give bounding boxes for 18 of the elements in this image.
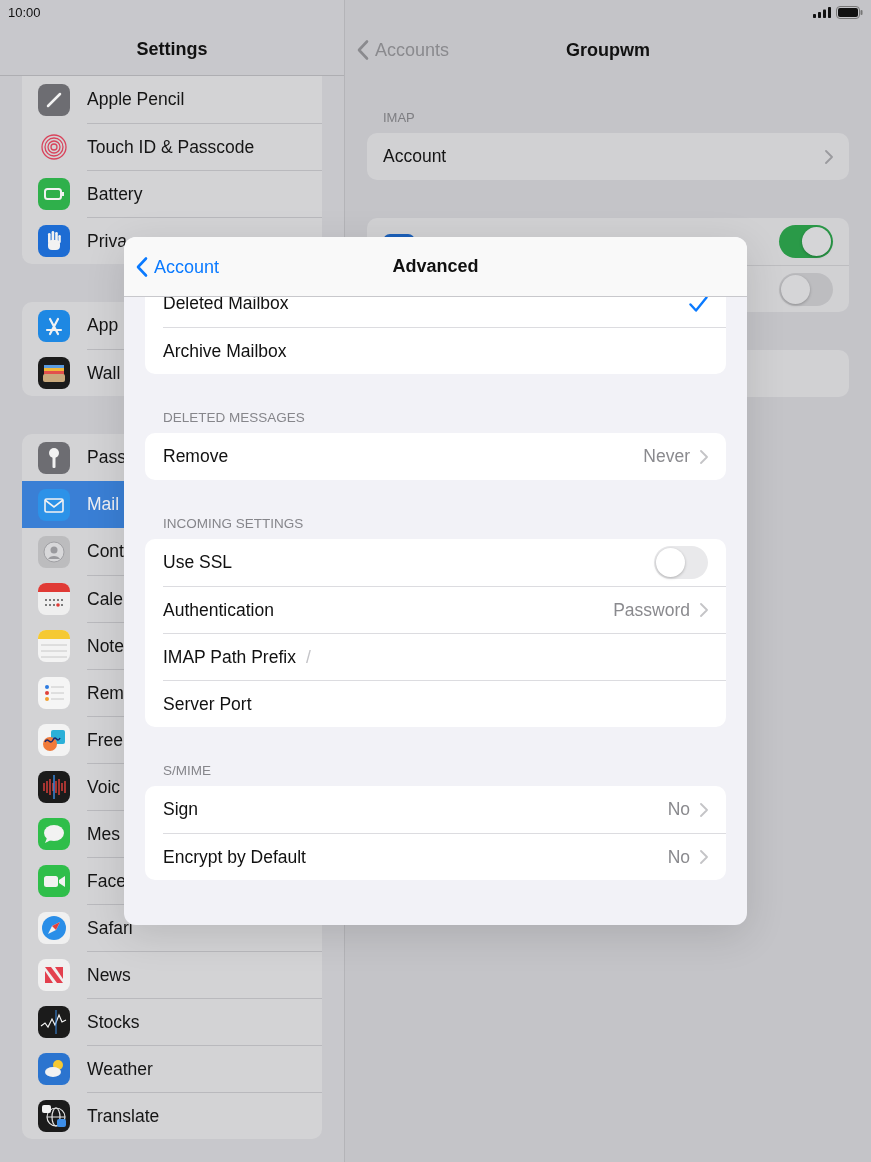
row-label: Remove xyxy=(163,446,229,467)
screen-title: Groupwm xyxy=(566,39,650,61)
row-label: Account xyxy=(383,146,447,167)
screen-title: Settings xyxy=(136,39,208,60)
row-label: Encrypt by Default xyxy=(163,846,306,868)
row-label: Use SSL xyxy=(163,552,233,573)
section-header: INCOMING SETTINGS xyxy=(162,515,305,533)
section-header: DELETED MESSAGES xyxy=(162,409,306,427)
section-header: S/MIME xyxy=(162,762,212,780)
row-label: Deleted Mailbox xyxy=(163,293,289,314)
row-label: Sign xyxy=(163,799,199,820)
row-label: Archive Mailbox xyxy=(163,340,287,362)
status-time: 10:00 xyxy=(8,4,41,20)
row-label: Authentication xyxy=(163,599,274,621)
section-header: IMAP xyxy=(382,110,416,127)
row-label: Server Port xyxy=(163,693,252,715)
row-label: IMAP Path Prefix xyxy=(163,646,296,668)
dialog-title: Advanced xyxy=(392,256,479,277)
